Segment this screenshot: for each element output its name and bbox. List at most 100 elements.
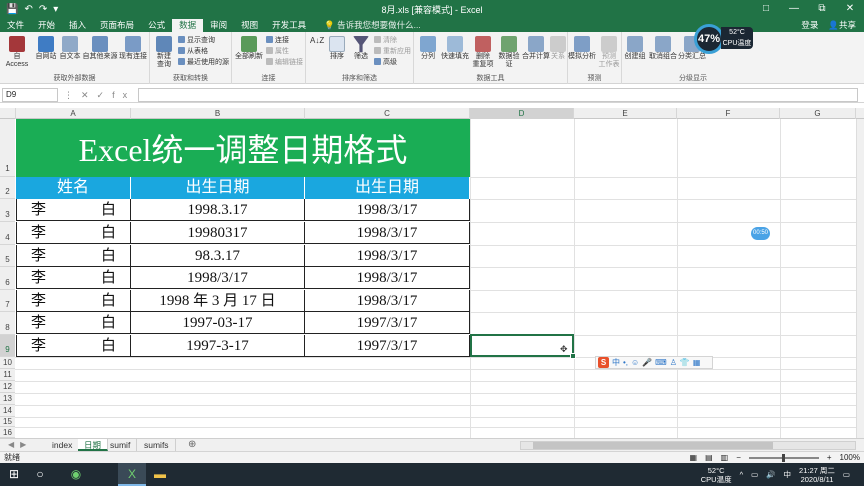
tell-me-box[interactable]: 💡 告诉我您想要做什么... — [317, 19, 428, 32]
ribbon-display-button[interactable]: □ — [752, 0, 780, 18]
name-cell[interactable]: 李白 — [16, 222, 131, 244]
converted-date-cell[interactable]: 1997/3/17 — [305, 335, 470, 357]
name-box[interactable]: D9 — [2, 88, 58, 102]
row-header-16[interactable]: 16 — [0, 427, 15, 438]
from-web-button[interactable]: 自网站 — [34, 36, 58, 61]
converted-date-cell[interactable]: 1998/3/17 — [305, 245, 470, 267]
flash-fill-button[interactable]: 快速填充 — [440, 36, 470, 61]
column-header-f[interactable]: F — [677, 108, 780, 119]
page-layout-view-icon[interactable]: ▤ — [705, 452, 713, 463]
file-explorer-icon[interactable]: ▬ — [146, 463, 174, 486]
excel-taskbar-icon[interactable]: X — [118, 463, 146, 486]
original-date-cell[interactable]: 1997-03-17 — [131, 312, 305, 334]
ime-user-icon[interactable]: ♙ — [670, 358, 677, 367]
row-header-2[interactable]: 2 — [0, 177, 15, 199]
tab-view[interactable]: 视图 — [234, 19, 265, 32]
sort-button[interactable]: 排序 — [326, 36, 348, 61]
tab-page-layout[interactable]: 页面布局 — [93, 19, 141, 32]
sheet-tab-sumifs[interactable]: sumifs — [138, 439, 176, 451]
tab-formulas[interactable]: 公式 — [141, 19, 172, 32]
advanced-filter-button[interactable]: 高级 — [374, 57, 397, 67]
column-header-c[interactable]: C — [305, 108, 470, 119]
vertical-scrollbar[interactable] — [856, 119, 864, 438]
sheet-nav-arrows[interactable]: ◀▶ — [8, 439, 32, 451]
header-name-cell[interactable]: 姓名 — [16, 177, 131, 199]
original-date-cell[interactable]: 19980317 — [131, 222, 305, 244]
header-birthdate-converted-cell[interactable]: 出生日期 — [305, 177, 470, 199]
row-header-7[interactable]: 7 — [0, 290, 15, 312]
sogou-logo-icon[interactable]: S — [598, 357, 609, 368]
tab-home[interactable]: 开始 — [31, 19, 62, 32]
ime-mode-icon[interactable]: 中 — [612, 357, 620, 368]
sheet-tab-index[interactable]: index — [46, 439, 80, 451]
active-cell-d9[interactable]: ✥ — [470, 334, 576, 359]
tray-expand-icon[interactable]: ^ — [740, 470, 744, 479]
column-header-d[interactable]: D — [470, 108, 574, 119]
column-header-a[interactable]: A — [16, 108, 131, 119]
original-date-cell[interactable]: 1998.3.17 — [131, 199, 305, 221]
select-all-corner[interactable] — [0, 108, 16, 119]
tray-ime-indicator[interactable]: 中 — [784, 469, 792, 480]
horizontal-scroll-thumb[interactable] — [533, 442, 773, 449]
column-header-g[interactable]: G — [780, 108, 856, 119]
ime-toolbox-icon[interactable]: ▦ — [693, 358, 701, 367]
converted-date-cell[interactable]: 1997/3/17 — [305, 312, 470, 334]
name-cell[interactable]: 李白 — [16, 245, 131, 267]
tab-developer[interactable]: 开发工具 — [265, 19, 313, 32]
row-header-6[interactable]: 6 — [0, 267, 15, 290]
converted-date-cell[interactable]: 1998/3/17 — [305, 199, 470, 221]
ungroup-button[interactable]: 取消组合 — [648, 36, 678, 61]
what-if-button[interactable]: 模拟分析 — [568, 36, 596, 61]
header-birthdate-cell[interactable]: 出生日期 — [131, 177, 305, 199]
filter-button[interactable]: 筛选 — [350, 36, 372, 61]
name-cell[interactable]: 李白 — [16, 267, 131, 289]
row-header-5[interactable]: 5 — [0, 245, 15, 267]
minimize-button[interactable]: — — [780, 0, 808, 18]
ime-skin-icon[interactable]: 👕 — [680, 358, 690, 367]
sort-az-icon[interactable]: A↓Z — [310, 36, 324, 45]
row-header-4[interactable]: 4 — [0, 222, 15, 245]
browser-icon[interactable]: ◉ — [62, 463, 90, 486]
floating-timer-bubble[interactable]: 00:50 — [751, 227, 770, 240]
row-header-14[interactable]: 14 — [0, 405, 15, 417]
tab-file[interactable]: 文件 — [0, 19, 31, 32]
row-header-3[interactable]: 3 — [0, 199, 15, 222]
formula-input[interactable] — [138, 88, 858, 102]
ime-emoji-icon[interactable]: ☺ — [631, 358, 639, 367]
tray-volume-icon[interactable]: 🔊 — [766, 470, 775, 479]
row-header-10[interactable]: 10 — [0, 357, 15, 369]
row-header-9[interactable]: 9 — [0, 335, 15, 357]
share-button[interactable]: 👤共享 — [828, 18, 856, 32]
ime-voice-icon[interactable]: 🎤 — [642, 358, 652, 367]
name-cell[interactable]: 李白 — [16, 290, 131, 312]
row-header-8[interactable]: 8 — [0, 312, 15, 335]
fill-handle[interactable] — [570, 353, 576, 359]
from-text-button[interactable]: 自文本 — [58, 36, 82, 61]
sheet-title-cell[interactable]: Excel统一调整日期格式 — [16, 119, 470, 177]
sheet-tab-sumif[interactable]: sumif — [104, 439, 138, 451]
close-button[interactable]: ✕ — [836, 0, 864, 18]
show-queries-button[interactable]: 显示查询 — [178, 35, 215, 45]
remove-duplicates-button[interactable]: 删除 重复项 — [470, 36, 496, 69]
login-link[interactable]: 登录 — [801, 18, 818, 32]
original-date-cell[interactable]: 1998/3/17 — [131, 267, 305, 289]
group-button[interactable]: 创建组 — [622, 36, 648, 61]
restore-button[interactable]: ⧉ — [808, 0, 836, 18]
row-header-15[interactable]: 15 — [0, 417, 15, 427]
search-icon[interactable]: ○ — [26, 463, 54, 486]
add-sheet-button[interactable]: ⊕ — [188, 439, 196, 451]
row-header-13[interactable]: 13 — [0, 393, 15, 405]
row-header-1[interactable]: 1 — [0, 119, 15, 177]
page-break-view-icon[interactable]: ▥ — [721, 452, 729, 463]
formula-controls[interactable]: ⋮✕✓fx — [64, 88, 135, 102]
original-date-cell[interactable]: 98.3.17 — [131, 245, 305, 267]
tab-insert[interactable]: 插入 — [62, 19, 93, 32]
zoom-in-button[interactable]: + — [827, 452, 832, 463]
tray-network-icon[interactable]: ▭ — [751, 470, 758, 479]
name-cell[interactable]: 李白 — [16, 335, 131, 357]
converted-date-cell[interactable]: 1998/3/17 — [305, 267, 470, 289]
from-table-button[interactable]: 从表格 — [178, 46, 208, 56]
existing-connections-button[interactable]: 现有连接 — [118, 36, 148, 61]
data-validation-button[interactable]: 数据验 证 — [496, 36, 522, 69]
horizontal-scrollbar[interactable] — [520, 441, 856, 450]
